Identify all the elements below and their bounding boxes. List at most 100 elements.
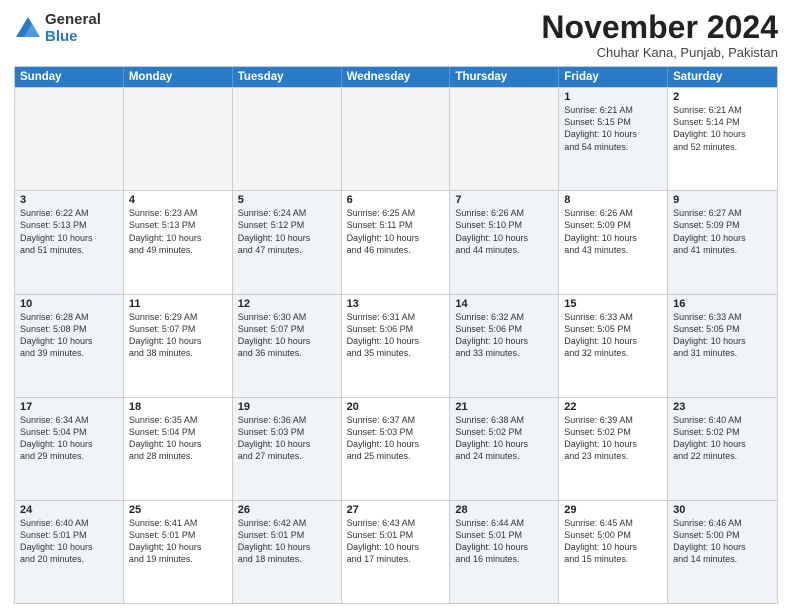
calendar-cell: 7Sunrise: 6:26 AM Sunset: 5:10 PM Daylig… [450, 191, 559, 293]
calendar-cell: 12Sunrise: 6:30 AM Sunset: 5:07 PM Dayli… [233, 295, 342, 397]
calendar-cell: 18Sunrise: 6:35 AM Sunset: 5:04 PM Dayli… [124, 398, 233, 500]
day-number: 3 [20, 194, 118, 206]
day-number: 11 [129, 298, 227, 310]
logo-text: General Blue [45, 12, 101, 45]
calendar-cell: 1Sunrise: 6:21 AM Sunset: 5:15 PM Daylig… [559, 88, 668, 190]
calendar-cell: 14Sunrise: 6:32 AM Sunset: 5:06 PM Dayli… [450, 295, 559, 397]
day-number: 12 [238, 298, 336, 310]
day-info: Sunrise: 6:26 AM Sunset: 5:09 PM Dayligh… [564, 207, 662, 256]
logo-blue-text: Blue [45, 29, 101, 46]
day-info: Sunrise: 6:22 AM Sunset: 5:13 PM Dayligh… [20, 207, 118, 256]
day-info: Sunrise: 6:28 AM Sunset: 5:08 PM Dayligh… [20, 311, 118, 360]
day-number: 26 [238, 504, 336, 516]
calendar-row: 17Sunrise: 6:34 AM Sunset: 5:04 PM Dayli… [15, 397, 777, 500]
calendar-cell: 9Sunrise: 6:27 AM Sunset: 5:09 PM Daylig… [668, 191, 777, 293]
day-info: Sunrise: 6:44 AM Sunset: 5:01 PM Dayligh… [455, 517, 553, 566]
calendar-header-cell: Wednesday [342, 67, 451, 87]
day-number: 28 [455, 504, 553, 516]
calendar-cell: 3Sunrise: 6:22 AM Sunset: 5:13 PM Daylig… [15, 191, 124, 293]
calendar-cell [342, 88, 451, 190]
day-info: Sunrise: 6:46 AM Sunset: 5:00 PM Dayligh… [673, 517, 772, 566]
calendar-cell: 25Sunrise: 6:41 AM Sunset: 5:01 PM Dayli… [124, 501, 233, 603]
day-number: 16 [673, 298, 772, 310]
day-number: 9 [673, 194, 772, 206]
day-number: 20 [347, 401, 445, 413]
logo: General Blue [14, 12, 101, 45]
calendar-header-cell: Thursday [450, 67, 559, 87]
day-info: Sunrise: 6:34 AM Sunset: 5:04 PM Dayligh… [20, 414, 118, 463]
calendar-cell [450, 88, 559, 190]
day-info: Sunrise: 6:40 AM Sunset: 5:02 PM Dayligh… [673, 414, 772, 463]
day-number: 10 [20, 298, 118, 310]
day-number: 24 [20, 504, 118, 516]
day-number: 6 [347, 194, 445, 206]
calendar-cell: 23Sunrise: 6:40 AM Sunset: 5:02 PM Dayli… [668, 398, 777, 500]
calendar-header-row: SundayMondayTuesdayWednesdayThursdayFrid… [15, 67, 777, 87]
day-number: 14 [455, 298, 553, 310]
day-number: 2 [673, 91, 772, 103]
calendar-cell: 5Sunrise: 6:24 AM Sunset: 5:12 PM Daylig… [233, 191, 342, 293]
day-info: Sunrise: 6:36 AM Sunset: 5:03 PM Dayligh… [238, 414, 336, 463]
day-info: Sunrise: 6:31 AM Sunset: 5:06 PM Dayligh… [347, 311, 445, 360]
day-number: 25 [129, 504, 227, 516]
day-number: 22 [564, 401, 662, 413]
day-number: 4 [129, 194, 227, 206]
day-number: 21 [455, 401, 553, 413]
day-info: Sunrise: 6:25 AM Sunset: 5:11 PM Dayligh… [347, 207, 445, 256]
calendar-cell: 21Sunrise: 6:38 AM Sunset: 5:02 PM Dayli… [450, 398, 559, 500]
header: General Blue November 2024 Chuhar Kana, … [14, 10, 778, 60]
day-info: Sunrise: 6:30 AM Sunset: 5:07 PM Dayligh… [238, 311, 336, 360]
day-info: Sunrise: 6:39 AM Sunset: 5:02 PM Dayligh… [564, 414, 662, 463]
day-number: 19 [238, 401, 336, 413]
day-number: 1 [564, 91, 662, 103]
calendar-header-cell: Friday [559, 67, 668, 87]
day-info: Sunrise: 6:33 AM Sunset: 5:05 PM Dayligh… [673, 311, 772, 360]
calendar: SundayMondayTuesdayWednesdayThursdayFrid… [14, 66, 778, 604]
calendar-cell: 30Sunrise: 6:46 AM Sunset: 5:00 PM Dayli… [668, 501, 777, 603]
calendar-cell: 22Sunrise: 6:39 AM Sunset: 5:02 PM Dayli… [559, 398, 668, 500]
calendar-body: 1Sunrise: 6:21 AM Sunset: 5:15 PM Daylig… [15, 87, 777, 603]
day-number: 15 [564, 298, 662, 310]
title-area: November 2024 Chuhar Kana, Punjab, Pakis… [541, 10, 778, 60]
month-title: November 2024 [541, 10, 778, 45]
calendar-cell: 17Sunrise: 6:34 AM Sunset: 5:04 PM Dayli… [15, 398, 124, 500]
calendar-row: 1Sunrise: 6:21 AM Sunset: 5:15 PM Daylig… [15, 87, 777, 190]
day-info: Sunrise: 6:41 AM Sunset: 5:01 PM Dayligh… [129, 517, 227, 566]
day-info: Sunrise: 6:40 AM Sunset: 5:01 PM Dayligh… [20, 517, 118, 566]
calendar-cell: 24Sunrise: 6:40 AM Sunset: 5:01 PM Dayli… [15, 501, 124, 603]
day-info: Sunrise: 6:33 AM Sunset: 5:05 PM Dayligh… [564, 311, 662, 360]
calendar-header-cell: Sunday [15, 67, 124, 87]
day-info: Sunrise: 6:38 AM Sunset: 5:02 PM Dayligh… [455, 414, 553, 463]
calendar-cell: 2Sunrise: 6:21 AM Sunset: 5:14 PM Daylig… [668, 88, 777, 190]
calendar-row: 3Sunrise: 6:22 AM Sunset: 5:13 PM Daylig… [15, 190, 777, 293]
calendar-cell: 26Sunrise: 6:42 AM Sunset: 5:01 PM Dayli… [233, 501, 342, 603]
calendar-cell [15, 88, 124, 190]
day-info: Sunrise: 6:32 AM Sunset: 5:06 PM Dayligh… [455, 311, 553, 360]
calendar-cell: 15Sunrise: 6:33 AM Sunset: 5:05 PM Dayli… [559, 295, 668, 397]
day-number: 13 [347, 298, 445, 310]
day-number: 30 [673, 504, 772, 516]
day-number: 23 [673, 401, 772, 413]
calendar-cell: 16Sunrise: 6:33 AM Sunset: 5:05 PM Dayli… [668, 295, 777, 397]
day-number: 29 [564, 504, 662, 516]
calendar-cell: 28Sunrise: 6:44 AM Sunset: 5:01 PM Dayli… [450, 501, 559, 603]
calendar-header-cell: Tuesday [233, 67, 342, 87]
day-info: Sunrise: 6:26 AM Sunset: 5:10 PM Dayligh… [455, 207, 553, 256]
day-info: Sunrise: 6:27 AM Sunset: 5:09 PM Dayligh… [673, 207, 772, 256]
calendar-cell [233, 88, 342, 190]
day-number: 8 [564, 194, 662, 206]
calendar-cell: 8Sunrise: 6:26 AM Sunset: 5:09 PM Daylig… [559, 191, 668, 293]
day-info: Sunrise: 6:37 AM Sunset: 5:03 PM Dayligh… [347, 414, 445, 463]
day-info: Sunrise: 6:45 AM Sunset: 5:00 PM Dayligh… [564, 517, 662, 566]
day-number: 18 [129, 401, 227, 413]
day-info: Sunrise: 6:29 AM Sunset: 5:07 PM Dayligh… [129, 311, 227, 360]
day-number: 27 [347, 504, 445, 516]
day-info: Sunrise: 6:35 AM Sunset: 5:04 PM Dayligh… [129, 414, 227, 463]
calendar-header-cell: Monday [124, 67, 233, 87]
location: Chuhar Kana, Punjab, Pakistan [541, 45, 778, 60]
calendar-cell: 4Sunrise: 6:23 AM Sunset: 5:13 PM Daylig… [124, 191, 233, 293]
calendar-cell: 6Sunrise: 6:25 AM Sunset: 5:11 PM Daylig… [342, 191, 451, 293]
page: General Blue November 2024 Chuhar Kana, … [0, 0, 792, 612]
calendar-cell: 11Sunrise: 6:29 AM Sunset: 5:07 PM Dayli… [124, 295, 233, 397]
logo-icon [14, 15, 42, 43]
